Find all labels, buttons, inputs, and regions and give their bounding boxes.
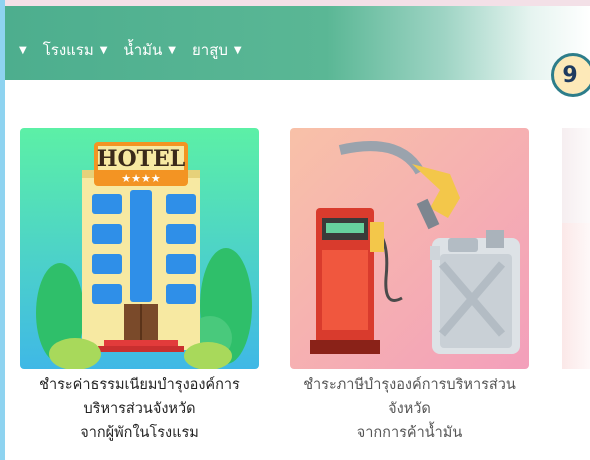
hotel-card-caption: ชำระค่าธรรมเนียมบำรุงองค์การ บริหารส่วนจ… [20, 373, 259, 445]
nav-item-label: ยาสูบ [192, 41, 228, 59]
fuel-card-image [290, 128, 529, 369]
fuel-card-caption: ชำระภาษีบำรุงองค์การบริหารส่วน จังหวัด จ… [290, 373, 529, 445]
chevron-down-icon: ▼ [168, 44, 176, 56]
chevron-down-icon: ▼ [19, 44, 27, 56]
tobacco-card-partial[interactable] [562, 128, 590, 369]
caption-line: บริหารส่วนจังหวัด [83, 401, 196, 417]
hotel-card-image: HOTEL ★★★★ [20, 128, 259, 369]
top-navbar: ▼ โรงแรม ▼ น้ำมัน ▼ ยาสูบ ▼ [5, 0, 590, 80]
step-number-badge: 9 [551, 53, 590, 97]
caption-line: จากการค้าน้ำมัน [356, 425, 463, 441]
caption-line: จังหวัด [388, 401, 431, 417]
hotel-stars: ★★★★ [121, 172, 161, 185]
fuel-pump-and-jerrycan-icon [290, 128, 529, 369]
nav-item-label: น้ำมัน [123, 41, 163, 59]
nav-item-tobacco[interactable]: ยาสูบ ▼ [192, 38, 242, 62]
nav-menu: ▼ โรงแรม ▼ น้ำมัน ▼ ยาสูบ ▼ [13, 38, 258, 62]
caption-line: จากผู้พักในโรงแรม [80, 425, 199, 441]
hotel-building-icon: HOTEL ★★★★ [20, 128, 259, 369]
hotel-fee-card[interactable]: HOTEL ★★★★ ชำระค่าธรรมเนียมบำรุงองค์การ [20, 128, 259, 445]
nav-item-previous[interactable]: ▼ [13, 45, 27, 56]
nav-item-hotel[interactable]: โรงแรม ▼ [43, 38, 108, 62]
fuel-tax-card[interactable]: ชำระภาษีบำรุงองค์การบริหารส่วน จังหวัด จ… [290, 128, 529, 445]
chevron-down-icon: ▼ [233, 44, 242, 56]
hotel-sign-text: HOTEL [97, 146, 186, 172]
caption-line: ชำระค่าธรรมเนียมบำรุงองค์การ [39, 377, 240, 393]
caption-line: ชำระภาษีบำรุงองค์การบริหารส่วน [303, 377, 516, 393]
nav-item-oil[interactable]: น้ำมัน ▼ [123, 38, 176, 62]
card-image-partial-lower [562, 223, 590, 369]
card-image-partial [562, 128, 590, 223]
nav-item-label: โรงแรม [42, 41, 94, 59]
chevron-down-icon: ▼ [99, 44, 108, 56]
